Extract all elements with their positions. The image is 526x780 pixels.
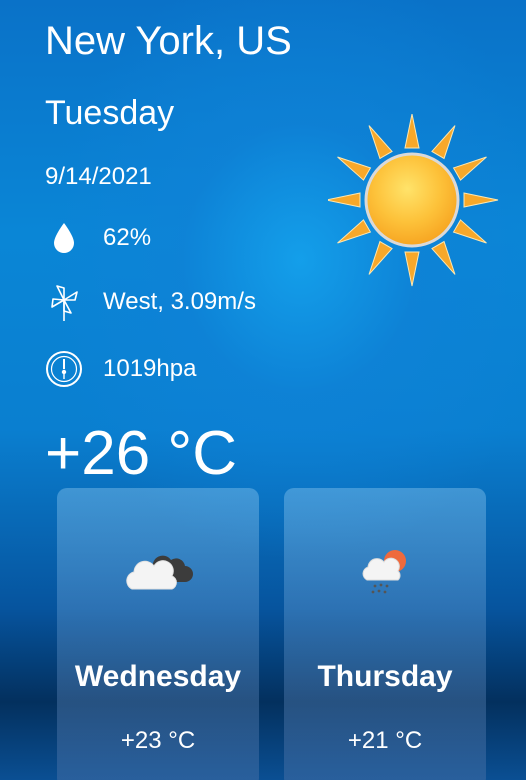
wind-row: West, 3.09m/s xyxy=(45,282,256,322)
water-drop-icon xyxy=(45,218,83,258)
forecast-temp: +21 °C xyxy=(347,727,423,754)
humidity-row: 62% xyxy=(45,218,151,258)
current-temperature: +26 °C xyxy=(45,419,237,488)
forecast-card-wednesday: Wednesday +23 °C xyxy=(57,488,259,780)
sun-rain-cloud-icon xyxy=(284,546,486,602)
forecast-day: Wednesday xyxy=(74,660,242,693)
current-date: 9/14/2021 xyxy=(45,163,152,190)
cloudy-icon xyxy=(57,546,259,602)
pressure-row: 1019hpa xyxy=(45,349,196,389)
barometer-icon xyxy=(45,349,83,389)
pressure-value: 1019hpa xyxy=(103,355,197,382)
weather-app: New York, US Tuesday 9/14/2021 62% West,… xyxy=(0,0,526,780)
forecast-day: Thursday xyxy=(317,660,453,693)
forecast-card-thursday: Thursday +21 °C xyxy=(284,488,486,780)
forecast-temp: +23 °C xyxy=(120,727,196,754)
sun-icon xyxy=(325,113,500,295)
location-title: New York, US xyxy=(45,19,292,63)
current-day: Tuesday xyxy=(45,94,175,132)
humidity-value: 62% xyxy=(103,224,152,251)
pinwheel-icon xyxy=(45,282,83,322)
wind-value: West, 3.09m/s xyxy=(103,288,256,315)
